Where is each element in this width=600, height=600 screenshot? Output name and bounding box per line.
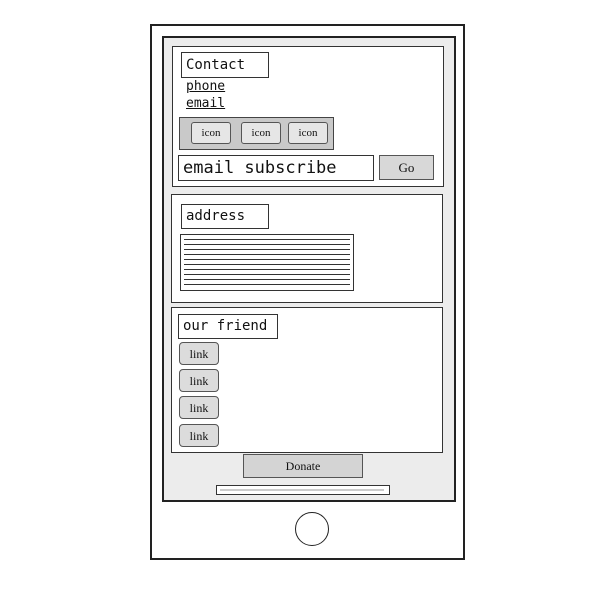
email-subscribe-input[interactable]: email subscribe [178, 155, 374, 181]
social-icon-3[interactable]: icon [288, 122, 328, 144]
horizontal-scrollbar[interactable] [216, 485, 390, 495]
friend-link-4[interactable]: link [179, 424, 219, 447]
friend-link-3[interactable]: link [179, 396, 219, 419]
contact-heading: Contact [181, 52, 269, 78]
home-button[interactable] [295, 512, 329, 546]
address-panel: address [171, 194, 443, 303]
friends-panel: our friend link link link link [171, 307, 443, 453]
social-icon-2[interactable]: icon [241, 122, 281, 144]
address-heading: address [181, 204, 269, 229]
scrollbar-track-line [220, 489, 384, 491]
friend-link-1[interactable]: link [179, 342, 219, 365]
email-link[interactable]: email [186, 96, 225, 111]
social-icon-1[interactable]: icon [191, 122, 231, 144]
friends-heading: our friend [178, 314, 278, 339]
go-button[interactable]: Go [379, 155, 434, 180]
phone-link[interactable]: phone [186, 79, 225, 94]
address-text-block [180, 234, 354, 291]
donate-button[interactable]: Donate [243, 454, 363, 478]
contact-panel: Contact phone email icon icon icon email… [172, 46, 444, 187]
icon-group: icon icon icon [179, 117, 334, 150]
friend-link-2[interactable]: link [179, 369, 219, 392]
